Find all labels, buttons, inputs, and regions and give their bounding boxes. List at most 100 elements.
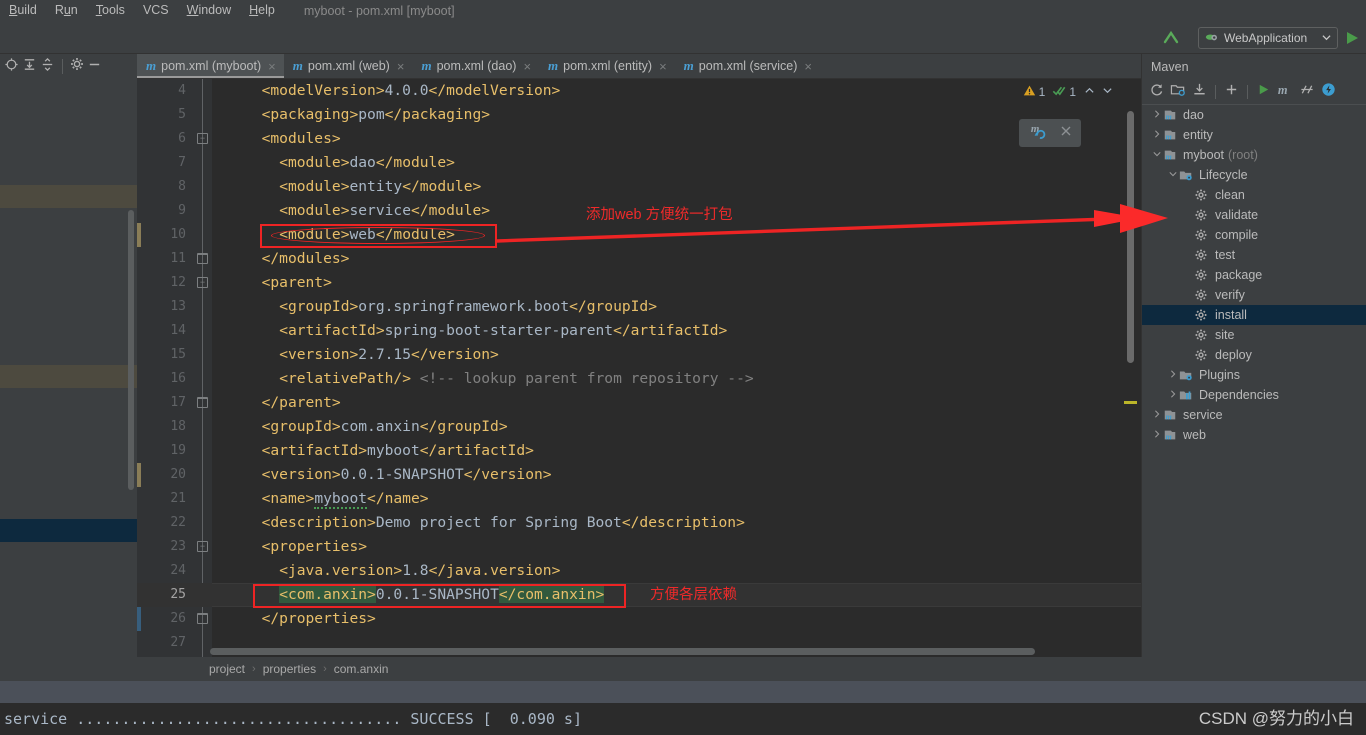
maven-tree-item-myboot[interactable]: m myboot (root) (1142, 145, 1366, 165)
maven-tree-item-compile[interactable]: compile (1142, 225, 1366, 245)
line-number[interactable]: 18 (170, 415, 186, 439)
chevron-right-icon[interactable] (1150, 110, 1163, 120)
code-line[interactable]: <modules> (212, 127, 341, 151)
line-number[interactable]: 24 (170, 559, 186, 583)
code-line[interactable]: <modelVersion>4.0.0</modelVersion> (212, 79, 561, 103)
code-line[interactable]: <com.anxin>0.0.1-SNAPSHOT</com.anxin> (212, 583, 605, 607)
line-number[interactable]: 20 (170, 463, 186, 487)
run-configuration-selector[interactable]: WebApplication (1198, 27, 1338, 49)
code-fold-marker[interactable] (197, 613, 208, 624)
editor-warning-marker[interactable] (1124, 401, 1137, 404)
maven-tree-item-lifecycle[interactable]: Lifecycle (1142, 165, 1366, 185)
code-line[interactable]: </modules> (212, 247, 350, 271)
code-line[interactable]: <parent> (212, 271, 332, 295)
close-icon[interactable]: × (268, 59, 276, 74)
breadcrumb-item-properties[interactable]: properties (263, 662, 316, 676)
code-fold-marker[interactable]: − (197, 133, 208, 144)
minimize-icon[interactable] (87, 57, 102, 77)
maven-project-tree[interactable]: m dao m entity m myboot (root) Lifecycle clean va… (1142, 105, 1366, 657)
line-number[interactable]: 4 (178, 79, 186, 103)
download-sources-icon[interactable] (1192, 82, 1207, 102)
code-fold-marker[interactable] (197, 397, 208, 408)
code-line[interactable]: <groupId>org.springframework.boot</group… (212, 295, 657, 319)
maven-tree-item-dependencies[interactable]: Dependencies (1142, 385, 1366, 405)
editor-horizontal-scrollbar[interactable] (210, 648, 1035, 655)
maven-reload-popup[interactable]: m (1019, 119, 1081, 147)
maven-reload-icon[interactable]: m (1029, 121, 1049, 146)
code-line[interactable]: <artifactId>myboot</artifactId> (212, 439, 534, 463)
code-line[interactable]: <packaging>pom</packaging> (212, 103, 490, 127)
breadcrumb-item-com-anxin[interactable]: com.anxin (334, 662, 389, 676)
line-number[interactable]: 21 (170, 487, 186, 511)
menu-item-run[interactable]: Run (46, 0, 87, 21)
line-number[interactable]: 25 (170, 583, 186, 607)
menu-item-window[interactable]: Window (178, 0, 240, 21)
line-number[interactable]: 9 (178, 199, 186, 223)
code-line[interactable]: <version>2.7.15</version> (212, 343, 499, 367)
chevron-right-icon[interactable] (1150, 410, 1163, 420)
code-line[interactable]: <module>web</module> (212, 223, 455, 247)
chevron-down-icon[interactable] (1166, 170, 1179, 180)
line-number[interactable]: 10 (170, 223, 186, 247)
line-number[interactable]: 27 (170, 631, 186, 655)
maven-m-icon[interactable]: m (1277, 82, 1293, 102)
line-number[interactable]: 11 (170, 247, 186, 271)
menu-item-build[interactable]: Build (0, 0, 46, 21)
code-line[interactable]: <description>Demo project for Spring Boo… (212, 511, 745, 535)
code-line[interactable]: <module>entity</module> (212, 175, 481, 199)
chevron-right-icon[interactable] (1150, 130, 1163, 140)
toggle-skip-tests-icon[interactable] (1299, 82, 1315, 102)
chevron-right-icon[interactable] (1166, 370, 1179, 380)
editor-tab-pom-xml--myboot-[interactable]: m pom.xml (myboot) × (137, 54, 284, 78)
close-icon[interactable]: × (397, 59, 405, 74)
code-line[interactable]: <artifactId>spring-boot-starter-parent</… (212, 319, 727, 343)
expand-all-icon[interactable] (22, 57, 37, 77)
editor-tab-pom-xml--service-[interactable]: m pom.xml (service) × (675, 54, 820, 78)
line-number[interactable]: 26 (170, 607, 186, 631)
code-line[interactable]: <module>dao</module> (212, 151, 455, 175)
maven-tree-item-entity[interactable]: m entity (1142, 125, 1366, 145)
code-fold-marker[interactable]: − (197, 541, 208, 552)
line-number[interactable]: 7 (178, 151, 186, 175)
editor-scrollbar[interactable] (1127, 111, 1134, 363)
maven-tree-item-dao[interactable]: m dao (1142, 105, 1366, 125)
maven-tree-item-test[interactable]: test (1142, 245, 1366, 265)
update-arrow-icon[interactable] (1161, 28, 1181, 48)
code-line[interactable]: </properties> (212, 607, 376, 631)
menu-item-help[interactable]: Help (240, 0, 284, 21)
code-editor[interactable]: 4 5 6−7 8 9 10 11 12−13 14 15 16 17 18 19 20 21 22 23−24 2… (137, 79, 1141, 657)
run-icon[interactable] (1256, 82, 1271, 102)
line-number[interactable]: 8 (178, 175, 186, 199)
maven-tree-item-web[interactable]: m web (1142, 425, 1366, 445)
line-number[interactable]: 23 (170, 535, 186, 559)
code-line[interactable]: <version>0.0.1-SNAPSHOT</version> (212, 463, 552, 487)
maven-tree-item-verify[interactable]: verify (1142, 285, 1366, 305)
close-icon[interactable]: × (804, 59, 812, 74)
collapse-all-icon[interactable] (40, 57, 55, 77)
line-number[interactable]: 6 (178, 127, 186, 151)
line-number[interactable]: 5 (178, 103, 186, 127)
menu-item-tools[interactable]: Tools (87, 0, 134, 21)
generate-sources-icon[interactable] (1170, 82, 1186, 102)
code-line[interactable]: <groupId>com.anxin</groupId> (212, 415, 508, 439)
inspection-widget[interactable]: 1 1 (1023, 84, 1113, 100)
add-icon[interactable] (1224, 82, 1239, 102)
reload-all-icon[interactable] (1149, 82, 1164, 102)
maven-tree-item-install[interactable]: install (1142, 305, 1366, 325)
chevron-right-icon[interactable] (1150, 430, 1163, 440)
maven-tree-item-site[interactable]: site (1142, 325, 1366, 345)
maven-tree-item-deploy[interactable]: deploy (1142, 345, 1366, 365)
line-number[interactable]: 22 (170, 511, 186, 535)
line-number[interactable]: 16 (170, 367, 186, 391)
maven-tree-item-package[interactable]: package (1142, 265, 1366, 285)
line-number[interactable]: 19 (170, 439, 186, 463)
maven-tree-item-service[interactable]: m service (1142, 405, 1366, 425)
code-line[interactable]: </parent> (212, 391, 341, 415)
locate-target-icon[interactable] (4, 57, 19, 77)
close-icon[interactable]: × (523, 59, 531, 74)
editor-tab-pom-xml--web-[interactable]: m pom.xml (web) × (284, 54, 413, 78)
code-line[interactable]: <name>myboot</name> (212, 487, 429, 511)
line-number[interactable]: 12 (170, 271, 186, 295)
maven-tree-item-plugins[interactable]: Plugins (1142, 365, 1366, 385)
editor-tab-pom-xml--entity-[interactable]: m pom.xml (entity) × (539, 54, 675, 78)
